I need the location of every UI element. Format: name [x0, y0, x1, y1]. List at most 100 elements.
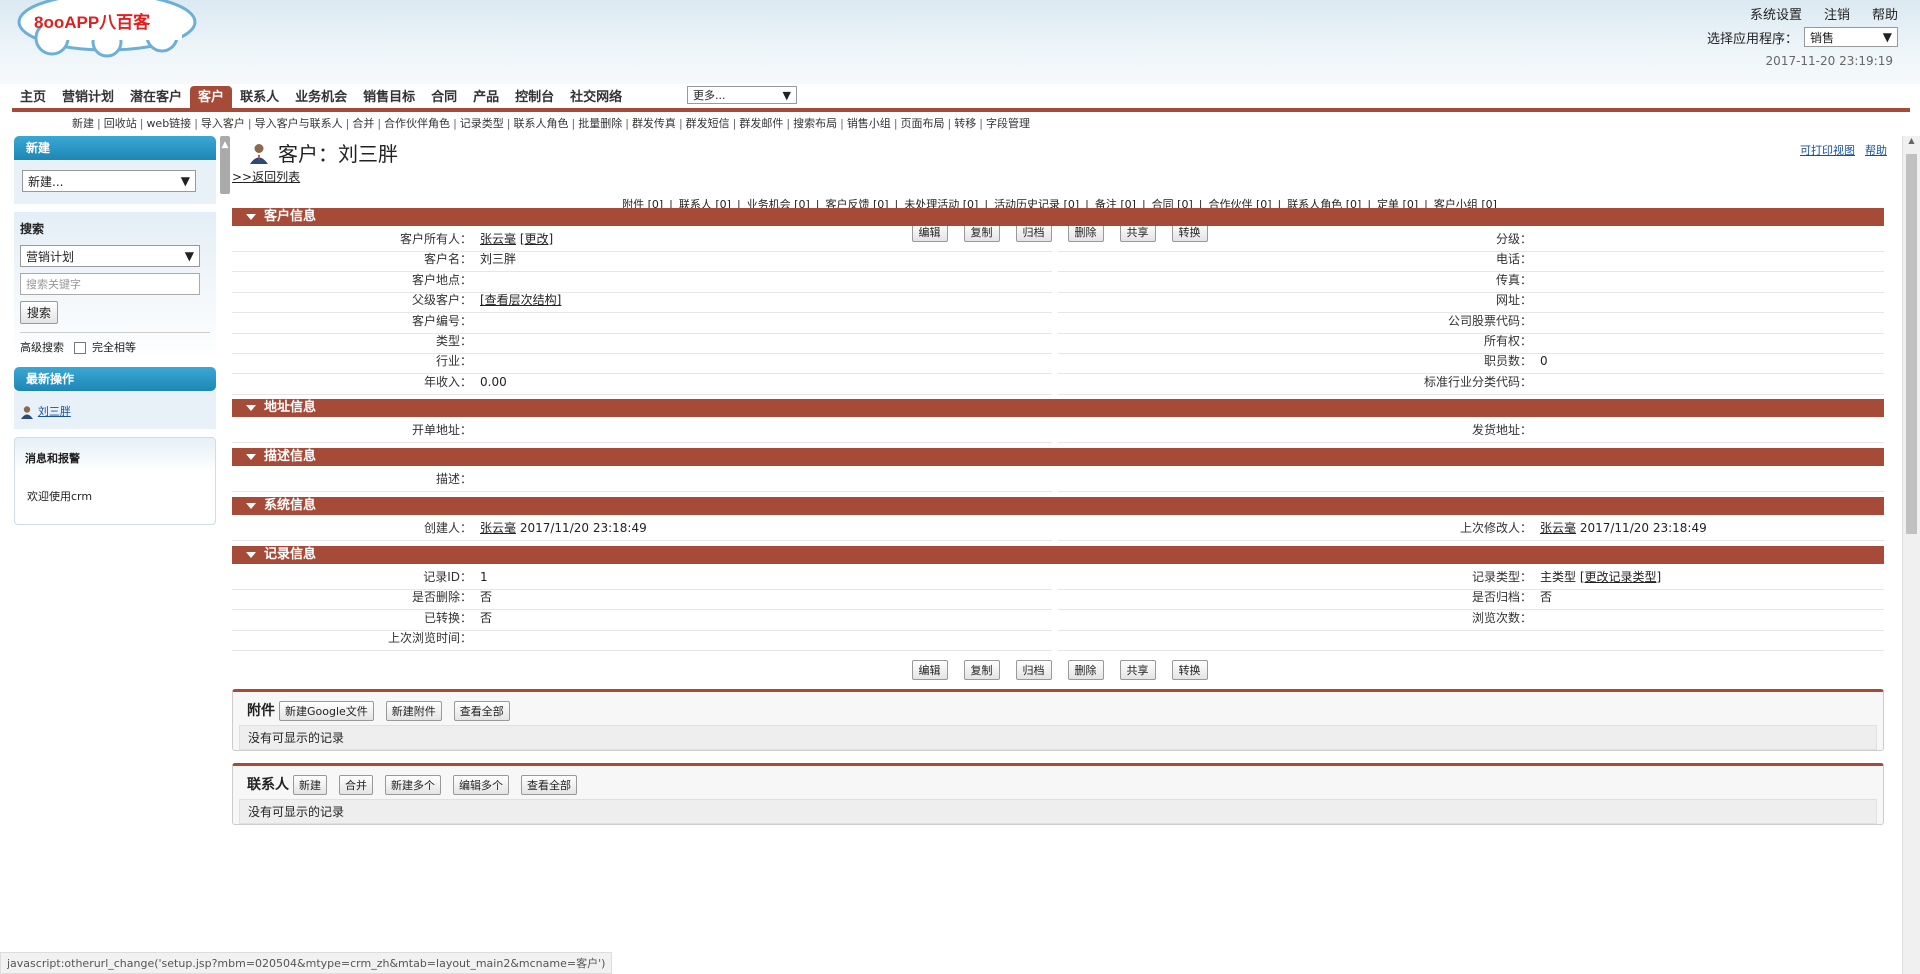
tab-5[interactable]: 业务机会	[287, 86, 355, 109]
collapse-arrow-icon: ▲	[221, 140, 229, 150]
sidebar-collapse-handle[interactable]: ▲	[220, 136, 230, 194]
action-button[interactable]: 编辑	[911, 660, 948, 680]
subnav-item[interactable]: 转移	[954, 117, 976, 130]
chevron-down-icon: ▼	[184, 249, 194, 263]
field-row: 开单地址： 发货地址：	[232, 419, 1884, 444]
related-list-button[interactable]: 新建Google文件	[279, 701, 374, 721]
related-list-button[interactable]: 新建多个	[385, 775, 441, 795]
field-label: 发货地址：	[1058, 419, 1538, 443]
vertical-scrollbar[interactable]: ▲	[1902, 136, 1920, 974]
search-button[interactable]: 搜索	[20, 301, 59, 324]
more-select-value: 更多...	[693, 89, 726, 102]
collapse-triangle-icon	[246, 453, 256, 460]
chevron-down-icon: ▼	[1882, 30, 1892, 44]
subnav-item[interactable]: 页面布局	[901, 117, 945, 130]
field-action-link[interactable]: [更改记录类型]	[1580, 570, 1661, 584]
section-header[interactable]: 系统信息	[232, 497, 1884, 515]
system-settings-link[interactable]: 系统设置	[1750, 4, 1802, 23]
logout-link[interactable]: 注销	[1824, 4, 1850, 23]
app-select-label: 选择应用程序：	[1706, 31, 1798, 47]
related-list-title: 附件	[247, 703, 275, 719]
field-action-link[interactable]: [查看层次结构]	[480, 293, 561, 307]
subnav-item[interactable]: 群发邮件	[739, 117, 783, 130]
subnav-item[interactable]: 导入客户与联系人	[255, 117, 343, 130]
help-link[interactable]: 帮助	[1872, 4, 1898, 23]
tab-2[interactable]: 潜在客户	[122, 86, 190, 109]
subnav-item[interactable]: 新建	[72, 117, 94, 130]
field-value-link[interactable]: 张云毫	[480, 521, 516, 535]
subnav-item[interactable]: 搜索布局	[793, 117, 837, 130]
search-scope-select[interactable]: 营销计划 ▼	[20, 245, 200, 267]
subnav-item[interactable]: 群发短信	[686, 117, 730, 130]
field-value-text: 主类型	[1540, 570, 1577, 584]
field-label	[1058, 627, 1538, 652]
app-select[interactable]: 销售 ▼	[1804, 27, 1898, 47]
field-label	[1058, 468, 1538, 492]
scrollbar-thumb[interactable]	[1906, 154, 1917, 534]
subnav-item[interactable]: 群发传真	[632, 117, 676, 130]
tab-0[interactable]: 主页	[12, 86, 54, 109]
subnav-item[interactable]: 合并	[352, 117, 374, 130]
subnav-item[interactable]: 导入客户	[201, 117, 245, 130]
section-header[interactable]: 客户信息	[232, 208, 1884, 226]
new-select[interactable]: 新建... ▼	[22, 170, 196, 192]
section-header[interactable]: 地址信息	[232, 399, 1884, 417]
related-list-button[interactable]: 查看全部	[453, 701, 510, 721]
field-action-link[interactable]: [更改]	[520, 232, 553, 246]
action-button[interactable]: 删除	[1067, 660, 1104, 680]
action-button[interactable]: 归档	[1015, 660, 1052, 680]
search-input[interactable]: 搜索关键字	[20, 273, 200, 295]
tab-9[interactable]: 控制台	[507, 86, 562, 109]
field-value-text: 0	[1540, 354, 1548, 369]
sidebar-new-title: 新建	[14, 136, 216, 160]
related-list-button[interactable]: 合并	[339, 775, 373, 795]
more-tabs-select[interactable]: 更多... ▼	[687, 86, 797, 104]
related-list-button[interactable]: 编辑多个	[453, 775, 509, 795]
action-button[interactable]: 共享	[1119, 660, 1156, 680]
field-value-link[interactable]: 张云毫	[480, 232, 516, 246]
chevron-down-icon: ▼	[180, 174, 190, 188]
collapse-triangle-icon	[246, 213, 256, 220]
collapse-triangle-icon	[246, 551, 256, 558]
section-title: 系统信息	[264, 498, 317, 513]
field-value	[1538, 468, 1884, 492]
subnav-item[interactable]: 联系人角色	[514, 117, 569, 130]
search-title: 搜索	[20, 222, 45, 236]
field-value-text: 1	[480, 570, 488, 584]
tab-8[interactable]: 产品	[465, 86, 507, 109]
section-header[interactable]: 描述信息	[232, 448, 1884, 466]
subnav-item[interactable]: 批量删除	[578, 117, 622, 130]
field-value-link[interactable]: 张云毫	[1540, 521, 1576, 535]
scroll-up-icon: ▲	[1908, 136, 1915, 145]
search-placeholder: 搜索关键字	[26, 278, 81, 291]
chevron-down-icon: ▼	[782, 88, 791, 102]
subnav-item[interactable]: 回收站	[104, 117, 137, 130]
tab-3[interactable]: 客户	[190, 86, 233, 109]
tab-4[interactable]: 联系人	[232, 86, 287, 109]
back-to-list-link[interactable]: >>返回列表	[232, 168, 300, 185]
subnav-item[interactable]: web链接	[146, 117, 191, 130]
tab-7[interactable]: 合同	[423, 86, 465, 109]
help-link-main[interactable]: 帮助	[1865, 142, 1887, 158]
separator: |	[947, 117, 952, 130]
subnav-item[interactable]: 销售小组	[847, 117, 891, 130]
tab-1[interactable]: 营销计划	[54, 86, 122, 109]
recent-item-link[interactable]: 刘三胖	[38, 405, 71, 418]
separator: |	[732, 117, 737, 130]
related-list-button[interactable]: 查看全部	[521, 775, 577, 795]
subnav-item[interactable]: 字段管理	[986, 117, 1030, 130]
action-button[interactable]: 复制	[963, 660, 1000, 680]
printable-view-link[interactable]: 可打印视图	[1800, 142, 1855, 158]
field-value-text: 0.00	[480, 374, 507, 389]
related-list-button[interactable]: 新建附件	[385, 701, 442, 721]
exact-match-checkbox[interactable]	[73, 342, 86, 354]
tab-6[interactable]: 销售目标	[355, 86, 423, 109]
subnav-item[interactable]: 合作伙伴角色	[384, 117, 450, 130]
section-header[interactable]: 记录信息	[232, 546, 1884, 564]
advanced-search-link[interactable]: 高级搜索	[20, 341, 64, 354]
subnav-item[interactable]: 记录类型	[460, 117, 504, 130]
action-button[interactable]: 转换	[1171, 660, 1208, 680]
field-value: 张云毫 2017/11/20 23:18:49	[1538, 517, 1884, 541]
related-list-button[interactable]: 新建	[293, 775, 327, 795]
tab-10[interactable]: 社交网络	[562, 86, 630, 109]
